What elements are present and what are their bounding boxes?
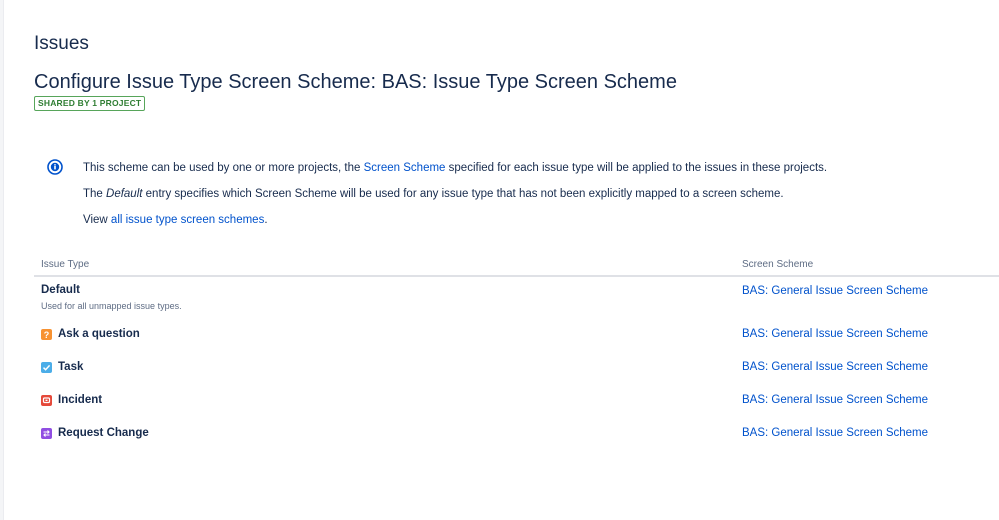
all-schemes-link[interactable]: all issue type screen schemes bbox=[111, 214, 264, 226]
screen-scheme-link-task[interactable]: BAS: General Issue Screen Scheme bbox=[742, 361, 928, 373]
page-title: Configure Issue Type Screen Scheme: BAS:… bbox=[34, 71, 677, 93]
screen-scheme-link-default[interactable]: BAS: General Issue Screen Scheme bbox=[742, 285, 928, 297]
issue-type-request-change: Request Change bbox=[41, 427, 149, 439]
screen-scheme-link-ask-a-question[interactable]: BAS: General Issue Screen Scheme bbox=[742, 328, 928, 340]
screen-scheme-link-request-change[interactable]: BAS: General Issue Screen Scheme bbox=[742, 427, 928, 439]
shared-projects-badge[interactable]: SHARED BY 1 PROJECT bbox=[34, 96, 146, 111]
table-header: Issue Type Screen Scheme bbox=[34, 259, 999, 277]
issue-type-task: Task bbox=[41, 361, 83, 373]
info-text-line-3: View all issue type screen schemes. bbox=[83, 214, 268, 226]
issue-type-default-description: Used for all unmapped issue types. bbox=[41, 301, 182, 311]
screen-scheme-link[interactable]: Screen Scheme bbox=[364, 162, 446, 174]
info-text-line-2: The Default entry specifies which Screen… bbox=[83, 188, 784, 200]
issue-type-ask-a-question: ? Ask a question bbox=[41, 328, 140, 340]
question-icon: ? bbox=[41, 328, 52, 340]
column-header-screen-scheme: Screen Scheme bbox=[742, 259, 814, 270]
svg-text:?: ? bbox=[44, 330, 50, 340]
info-icon bbox=[47, 159, 63, 175]
info-text-line-1: This scheme can be used by one or more p… bbox=[83, 162, 828, 174]
left-sidebar-edge bbox=[0, 0, 4, 520]
page: Issues Configure Issue Type Screen Schem… bbox=[0, 0, 999, 520]
issue-type-incident: Incident bbox=[41, 394, 102, 406]
column-header-issue-type: Issue Type bbox=[41, 259, 90, 270]
incident-icon bbox=[41, 394, 52, 406]
request-change-icon bbox=[41, 427, 52, 439]
screen-scheme-link-incident[interactable]: BAS: General Issue Screen Scheme bbox=[742, 394, 928, 406]
issue-type-default: Default bbox=[41, 284, 80, 296]
task-checkbox-icon bbox=[41, 361, 52, 373]
section-title: Issues bbox=[34, 33, 89, 54]
